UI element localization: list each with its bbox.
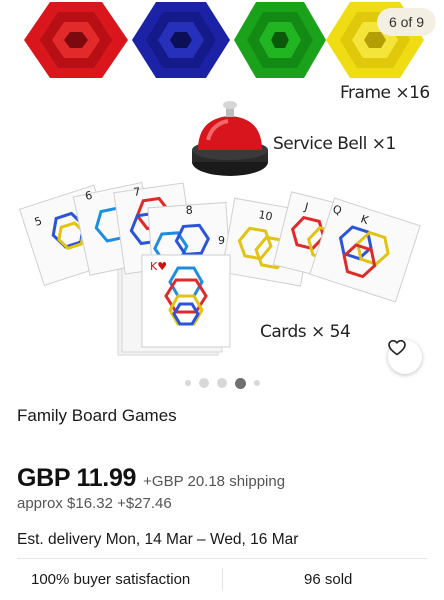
listing-title: Family Board Games xyxy=(17,406,177,425)
pagination-dot-active[interactable] xyxy=(234,377,246,389)
product-photo: 5 6 7 8 9 10 J Q K K♥ xyxy=(18,2,424,356)
seller-stats: 100% buyer satisfaction 96 sold xyxy=(0,568,444,592)
buyer-satisfaction: 100% buyer satisfaction xyxy=(31,571,191,588)
gallery-pagination-dots xyxy=(0,376,444,390)
service-bell-caption: Service Bell ×1 xyxy=(273,134,396,154)
card-index: 8 xyxy=(185,204,193,217)
estimated-delivery: Est. delivery Mon, 14 Mar – Wed, 16 Mar xyxy=(17,531,299,548)
card-index: K♥ xyxy=(150,260,167,273)
image-counter-badge: 6 of 9 xyxy=(376,8,436,36)
cards-caption: Cards × 54 xyxy=(260,322,351,342)
pagination-dot[interactable] xyxy=(216,378,227,388)
product-image-gallery[interactable]: 5 6 7 8 9 10 J Q K K♥ 6 of 9 Frame ×16 S… xyxy=(0,0,444,400)
shipping-cost: +GBP 20.18 shipping xyxy=(143,473,286,490)
frame-green xyxy=(234,2,326,78)
pagination-dot[interactable] xyxy=(184,380,191,386)
approx-price: approx $16.32 +$27.46 xyxy=(17,495,172,512)
price-row: GBP 11.99 +GBP 20.18 shipping xyxy=(17,464,285,493)
divider xyxy=(17,558,427,559)
stats-separator xyxy=(222,568,223,590)
card-index: 10 xyxy=(257,208,273,223)
watchlist-button[interactable] xyxy=(388,340,422,374)
frame-red xyxy=(24,2,128,78)
pagination-dot[interactable] xyxy=(253,380,260,386)
heart-outline-icon xyxy=(388,340,406,356)
playing-cards xyxy=(18,181,421,356)
item-price: GBP 11.99 xyxy=(17,464,137,492)
frame-blue xyxy=(132,2,230,78)
frame-caption: Frame ×16 xyxy=(340,83,430,103)
pagination-dot[interactable] xyxy=(198,378,209,388)
service-bell xyxy=(192,101,268,176)
sold-count: 96 sold xyxy=(304,571,353,588)
card-index: 9 xyxy=(218,234,225,247)
